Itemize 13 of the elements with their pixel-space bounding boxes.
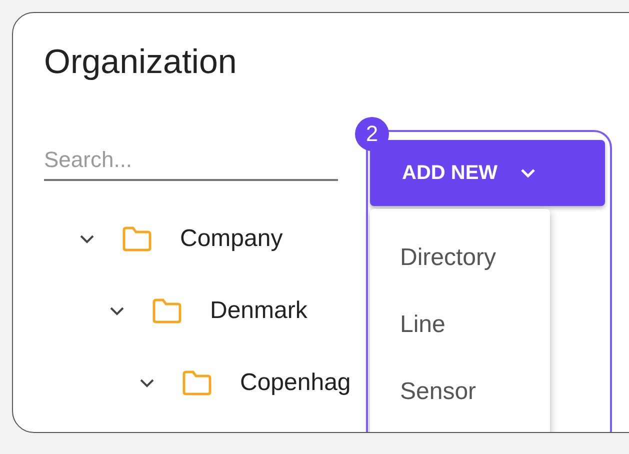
menu-item[interactable]: Directory (370, 225, 550, 292)
add-new-button[interactable]: ADD NEW (370, 140, 605, 206)
folder-icon (182, 370, 212, 396)
menu-item[interactable]: Sensor (370, 358, 550, 426)
tree-item-label[interactable]: Company (180, 225, 283, 253)
menu-item[interactable]: Line (370, 292, 550, 358)
folder-icon (122, 226, 152, 252)
step-badge: 2 (355, 117, 389, 151)
tree-item-label[interactable]: Copenhag (240, 369, 351, 397)
caret-icon (520, 167, 536, 179)
folder-icon (152, 298, 182, 324)
tree-item-label[interactable]: Denmark (210, 297, 308, 325)
panel-title: Organization (44, 42, 237, 83)
